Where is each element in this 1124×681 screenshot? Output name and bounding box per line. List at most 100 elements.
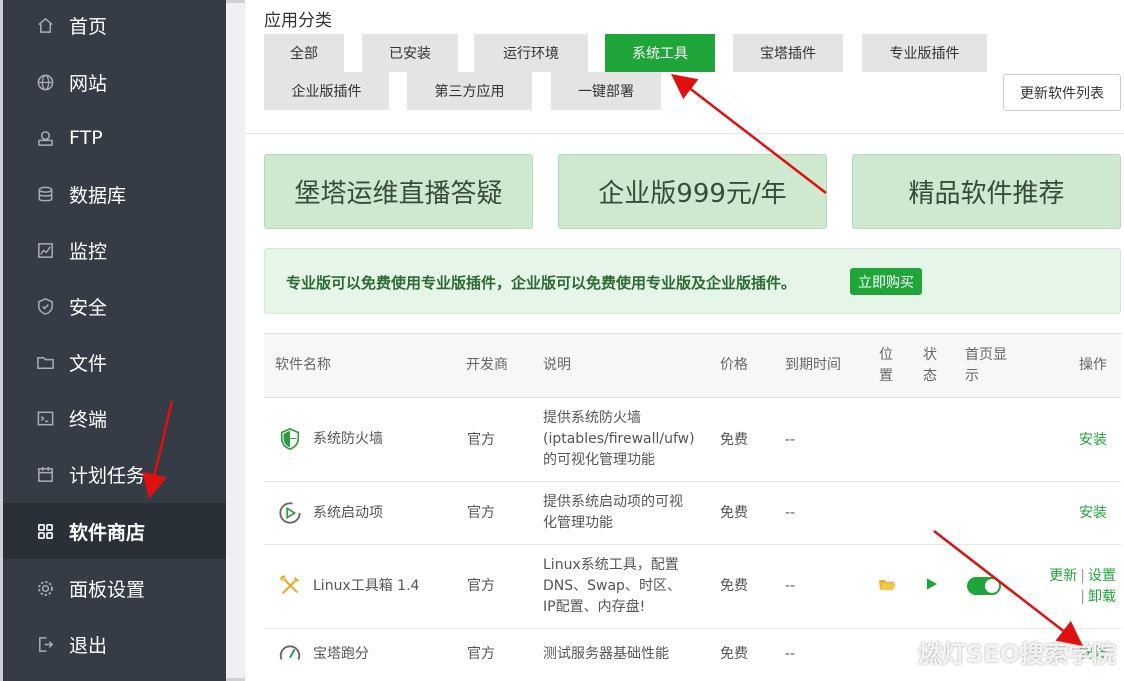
sidebar-item-label: 首页	[69, 15, 108, 38]
update-button[interactable]: 更新	[1049, 568, 1077, 584]
separator: |	[1080, 568, 1085, 584]
uninstall-button[interactable]: 卸载	[1088, 589, 1116, 605]
sidebar-item-label: 数据库	[69, 184, 127, 207]
tab-system-tools[interactable]: 系统工具	[605, 34, 715, 72]
header-action: 操作	[1079, 357, 1107, 373]
database-icon	[35, 184, 55, 204]
header-status-line: 状	[923, 347, 937, 363]
install-button[interactable]: 安装	[1079, 503, 1107, 524]
header-home-display: 首页显 示	[965, 345, 1007, 387]
tab-bt-plugins[interactable]: 宝塔插件	[733, 34, 843, 72]
tab-installed[interactable]: 已安装	[362, 34, 458, 72]
software-name: 系统防火墙	[313, 430, 383, 447]
header-developer: 开发商	[466, 357, 508, 373]
sidebar-item-label: 文件	[69, 352, 108, 375]
description-line: 提供系统防火墙	[543, 410, 641, 426]
description-line: Linux系统工具，配置	[543, 557, 679, 573]
ftp-icon	[35, 128, 55, 148]
header-name: 软件名称	[275, 357, 331, 373]
header-description: 说明	[543, 357, 571, 373]
description-line: 的可视化管理功能	[543, 452, 655, 468]
table-row: 系统防火墙 官方 提供系统防火墙 (iptables/firewall/ufw)…	[264, 398, 1121, 482]
gear-icon	[35, 578, 55, 598]
software-name-cell: 宝塔跑分	[277, 641, 369, 667]
settings-button[interactable]: 设置	[1088, 568, 1116, 584]
banner-recommended[interactable]: 精品软件推荐	[852, 154, 1121, 229]
sidebar-item-database[interactable]: 数据库	[3, 166, 226, 222]
header-expire: 到期时间	[785, 357, 841, 373]
expire-time: --	[785, 646, 796, 662]
separator: |	[1080, 589, 1085, 605]
software-name: 系统启动项	[313, 504, 383, 521]
developer: 官方	[467, 505, 495, 521]
header-status-line: 态	[923, 368, 937, 384]
header-position: 位 置	[879, 345, 893, 387]
toolbox-icon	[277, 573, 303, 599]
install-button[interactable]: 安装	[1079, 430, 1107, 451]
home-display-toggle[interactable]	[967, 577, 1001, 595]
description: 提供系统启动项的可视 化管理功能	[543, 492, 683, 534]
firewall-shield-icon	[277, 426, 303, 452]
sidebar-item-label: FTP	[69, 127, 103, 149]
description-line: 化管理功能	[543, 515, 613, 531]
sidebar-item-security[interactable]: 安全	[3, 278, 226, 334]
category-title: 应用分类	[264, 11, 332, 31]
sidebar-item-ftp[interactable]: FTP	[3, 110, 226, 166]
description: 测试服务器基础性能	[543, 646, 669, 662]
sidebar-item-app-store[interactable]: 软件商店	[3, 503, 226, 559]
tab-one-click-deploy[interactable]: 一键部署	[551, 72, 661, 110]
header-home-line: 示	[965, 368, 979, 384]
shield-icon	[35, 296, 55, 316]
software-name: 宝塔跑分	[313, 645, 369, 662]
table-row: 系统启动项 官方 提供系统启动项的可视 化管理功能 免费 -- 安装	[264, 482, 1121, 545]
header-status: 状 态	[923, 345, 937, 387]
tab-runtime[interactable]: 运行环境	[474, 34, 588, 72]
tab-all[interactable]: 全部	[264, 34, 344, 72]
buy-now-button[interactable]: 立即购买	[850, 268, 922, 295]
description-line: (iptables/firewall/ufw)	[543, 431, 695, 447]
sidebar-item-terminal[interactable]: 终端	[3, 390, 226, 446]
logout-icon	[35, 634, 55, 654]
software-name-cell: 系统启动项	[277, 500, 383, 526]
tab-enterprise-plugins[interactable]: 企业版插件	[264, 72, 389, 110]
software-name-cell: Linux工具箱 1.4	[277, 573, 419, 599]
sidebar-item-monitor[interactable]: 监控	[3, 222, 226, 278]
developer: 官方	[467, 646, 495, 662]
sidebar-item-label: 网站	[69, 72, 108, 95]
calendar-icon	[35, 464, 55, 484]
sidebar-item-logout[interactable]: 退出	[3, 616, 226, 672]
banner-enterprise-price[interactable]: 企业版999元/年	[558, 154, 827, 229]
sidebar-item-label: 监控	[69, 240, 108, 263]
price: 免费	[720, 578, 748, 594]
price: 免费	[720, 505, 748, 521]
sidebar-item-website[interactable]: 网站	[3, 54, 226, 110]
description-line: DNS、Swap、时区、	[543, 578, 681, 594]
watermark: 燃灯SEO搜索学院	[918, 640, 1117, 668]
software-name-cell: 系统防火墙	[277, 426, 383, 452]
developer: 官方	[467, 432, 495, 448]
tab-third-party[interactable]: 第三方应用	[407, 72, 532, 110]
software-table: 软件名称 开发商 说明 价格 到期时间 位 置 状 态 首页显 示 操作 系统防…	[264, 333, 1121, 681]
banner-live-qa[interactable]: 堡塔运维直播答疑	[264, 154, 533, 229]
header-position-line: 位	[879, 347, 893, 363]
home-icon	[35, 15, 55, 35]
sidebar-item-cron[interactable]: 计划任务	[3, 446, 226, 502]
sidebar-item-home[interactable]: 首页	[3, 0, 226, 53]
description-line: IP配置、内存盘!	[543, 599, 646, 615]
expire-time: --	[785, 578, 796, 594]
sidebar-item-label: 面板设置	[69, 578, 146, 601]
sidebar-item-label: 软件商店	[69, 521, 146, 544]
software-name: Linux工具箱 1.4	[313, 577, 420, 594]
monitor-icon	[35, 240, 55, 260]
refresh-software-list-button[interactable]: 更新软件列表	[1003, 74, 1121, 111]
play-icon[interactable]	[925, 577, 938, 598]
description: Linux系统工具，配置 DNS、Swap、时区、 IP配置、内存盘!	[543, 555, 681, 618]
sidebar-item-files[interactable]: 文件	[3, 334, 226, 390]
sidebar-item-panel-settings[interactable]: 面板设置	[3, 560, 226, 616]
price: 免费	[720, 646, 748, 662]
price: 免费	[720, 432, 748, 448]
sidebar-item-label: 安全	[69, 296, 108, 319]
open-folder-icon[interactable]	[878, 577, 897, 599]
header-price: 价格	[720, 357, 748, 373]
tab-pro-plugins[interactable]: 专业版插件	[862, 34, 987, 72]
